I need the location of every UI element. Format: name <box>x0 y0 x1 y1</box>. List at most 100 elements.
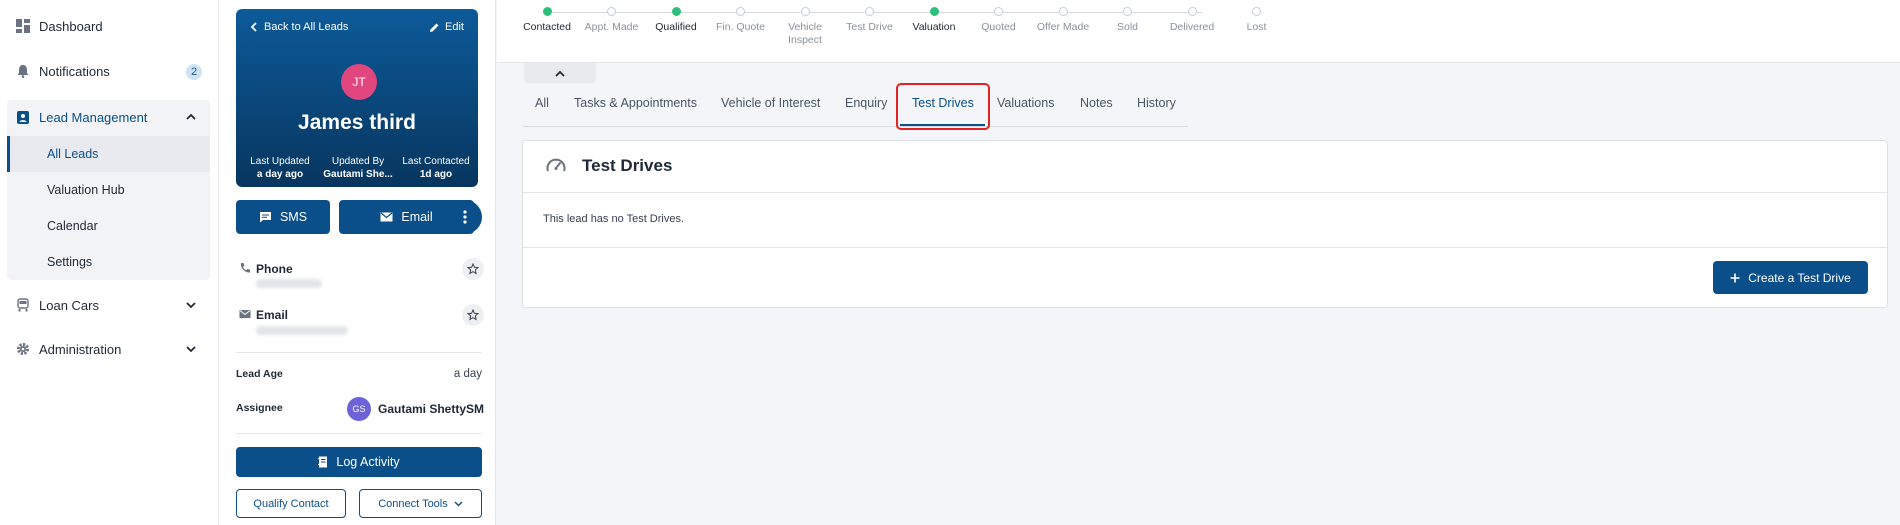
edit-lead-label: Edit <box>445 21 464 33</box>
chevron-up-icon <box>186 113 196 120</box>
nav-sub-calendar[interactable]: Calendar <box>7 208 210 244</box>
dashboard-icon <box>15 18 31 34</box>
nav-notifications[interactable]: Notifications 2 <box>7 53 210 89</box>
divider <box>236 352 482 353</box>
tab-history[interactable]: History <box>1137 96 1176 110</box>
annotation-highlight-box <box>896 83 990 130</box>
phone-icon <box>240 263 250 273</box>
bell-icon <box>15 63 31 79</box>
card-title: Test Drives <box>582 156 673 175</box>
edit-lead-button[interactable]: Edit <box>429 21 464 33</box>
lead-summary-card: Back to All Leads Edit JT James third La… <box>236 9 478 187</box>
step-pending-dot <box>1187 7 1197 16</box>
nav-sub-valuation-hub[interactable]: Valuation Hub <box>7 172 210 208</box>
phone-label: Phone <box>256 262 293 276</box>
nav-administration[interactable]: Administration <box>7 331 210 367</box>
sms-button[interactable]: SMS <box>236 200 330 234</box>
back-to-leads-label: Back to All Leads <box>264 21 349 33</box>
tab-valuations[interactable]: Valuations <box>997 96 1054 110</box>
step-complete-dot <box>929 7 939 16</box>
nav-lead-management-label: Lead Management <box>39 109 148 125</box>
nav-lead-management[interactable]: Lead Management <box>7 99 210 135</box>
tab-enquiry[interactable]: Enquiry <box>845 96 887 110</box>
phone-value-redacted <box>256 279 322 288</box>
nav-sub-settings[interactable]: Settings <box>7 244 210 280</box>
email-button-label: Email <box>401 210 433 224</box>
clipboard-user-icon <box>15 109 31 125</box>
tabs-baseline <box>523 126 1188 127</box>
chevron-up-icon <box>555 70 565 77</box>
step-pending-dot <box>1123 7 1132 16</box>
step-pending-dot <box>607 7 616 16</box>
lead-status-stepper: Contacted Appt. Made Qualified Fin. Quote Ve… <box>497 0 1900 63</box>
nav-loan-cars[interactable]: Loan Cars <box>7 287 210 323</box>
create-test-drive-label: Create a Test Drive <box>1748 270 1851 285</box>
tab-all[interactable]: All <box>535 96 549 110</box>
step-complete-dot <box>671 7 681 16</box>
qualify-contact-label: Qualify Contact <box>253 497 329 510</box>
card-footer-divider <box>523 247 1887 248</box>
nav-sub-all-leads[interactable]: All Leads <box>7 136 210 172</box>
meta-label: Last Updated <box>250 156 310 167</box>
divider <box>236 433 482 434</box>
meta-last-updated: Last Updated a day ago <box>240 155 320 181</box>
lead-age-value: a day <box>453 368 482 380</box>
nav-dashboard[interactable]: Dashboard <box>7 8 210 44</box>
create-test-drive-button[interactable]: Create a Test Drive <box>1713 261 1868 294</box>
step-pending-dot <box>736 7 745 16</box>
log-activity-button[interactable]: Log Activity <box>236 447 482 477</box>
connect-tools-button[interactable]: Connect Tools <box>359 489 482 518</box>
meta-label: Updated By <box>331 156 385 167</box>
email-value-redacted <box>256 326 348 335</box>
meta-value: 1d ago <box>419 169 453 180</box>
step-pending-dot <box>994 7 1003 16</box>
plus-icon <box>1730 273 1740 282</box>
car-icon <box>15 297 31 313</box>
nav-notifications-label: Notifications <box>39 63 110 79</box>
notebook-icon <box>318 456 328 468</box>
chevron-down-icon <box>186 346 196 353</box>
meta-updated-by: Updated By Gautami She... <box>318 155 398 181</box>
email-favorite-button[interactable] <box>462 304 484 326</box>
log-activity-label: Log Activity <box>336 455 400 469</box>
back-to-leads-link[interactable]: Back to All Leads <box>250 21 348 33</box>
stepper-step-label: Lost <box>1246 21 1267 33</box>
step-pending-dot <box>1252 7 1261 16</box>
chevron-down-icon <box>186 302 196 309</box>
assignee-label: Assignee <box>236 402 283 414</box>
phone-favorite-button[interactable] <box>462 258 484 280</box>
step-pending-dot <box>1058 7 1068 16</box>
tab-tasks-appointments[interactable]: Tasks & Appointments <box>574 96 697 110</box>
lead-name: James third <box>298 111 416 134</box>
lead-avatar: JT <box>341 64 377 100</box>
chevron-down-icon <box>454 501 463 506</box>
meta-value: a day ago <box>256 169 304 180</box>
notifications-count-badge: 2 <box>186 64 202 80</box>
assignee-avatar: GS <box>347 397 371 421</box>
sms-label: SMS <box>279 210 308 224</box>
email-label: Email <box>256 308 289 322</box>
meta-label: Last Contacted <box>402 156 470 167</box>
lead-age-label: Lead Age <box>236 368 283 380</box>
more-actions-button[interactable] <box>448 200 482 234</box>
tab-vehicle-of-interest[interactable]: Vehicle of Interest <box>721 96 820 110</box>
gear-icon <box>15 341 31 357</box>
pencil-icon <box>430 23 439 32</box>
message-icon <box>259 212 271 223</box>
assignee-name: Gautami ShettySM <box>378 402 485 416</box>
side-nav: Dashboard Notifications 2 Lead Managemen… <box>0 0 218 525</box>
step-pending-dot <box>800 7 810 16</box>
collapse-stepper-button[interactable] <box>524 63 596 83</box>
test-drives-card: Test Drives This lead has no Test Drives… <box>522 140 1888 308</box>
chevron-left-icon <box>250 22 257 32</box>
qualify-contact-button[interactable]: Qualify Contact <box>236 489 346 518</box>
nav-dashboard-label: Dashboard <box>39 18 103 34</box>
kebab-menu-icon <box>463 210 467 224</box>
speedometer-icon <box>546 158 566 172</box>
tab-notes[interactable]: Notes <box>1080 96 1113 110</box>
meta-last-contacted: Last Contacted 1d ago <box>396 155 476 181</box>
empty-state-message: This lead has no Test Drives. <box>543 213 685 225</box>
mail-icon <box>239 310 251 318</box>
mail-icon <box>380 212 393 222</box>
stepper-step[interactable]: Lost <box>1207 7 1307 34</box>
